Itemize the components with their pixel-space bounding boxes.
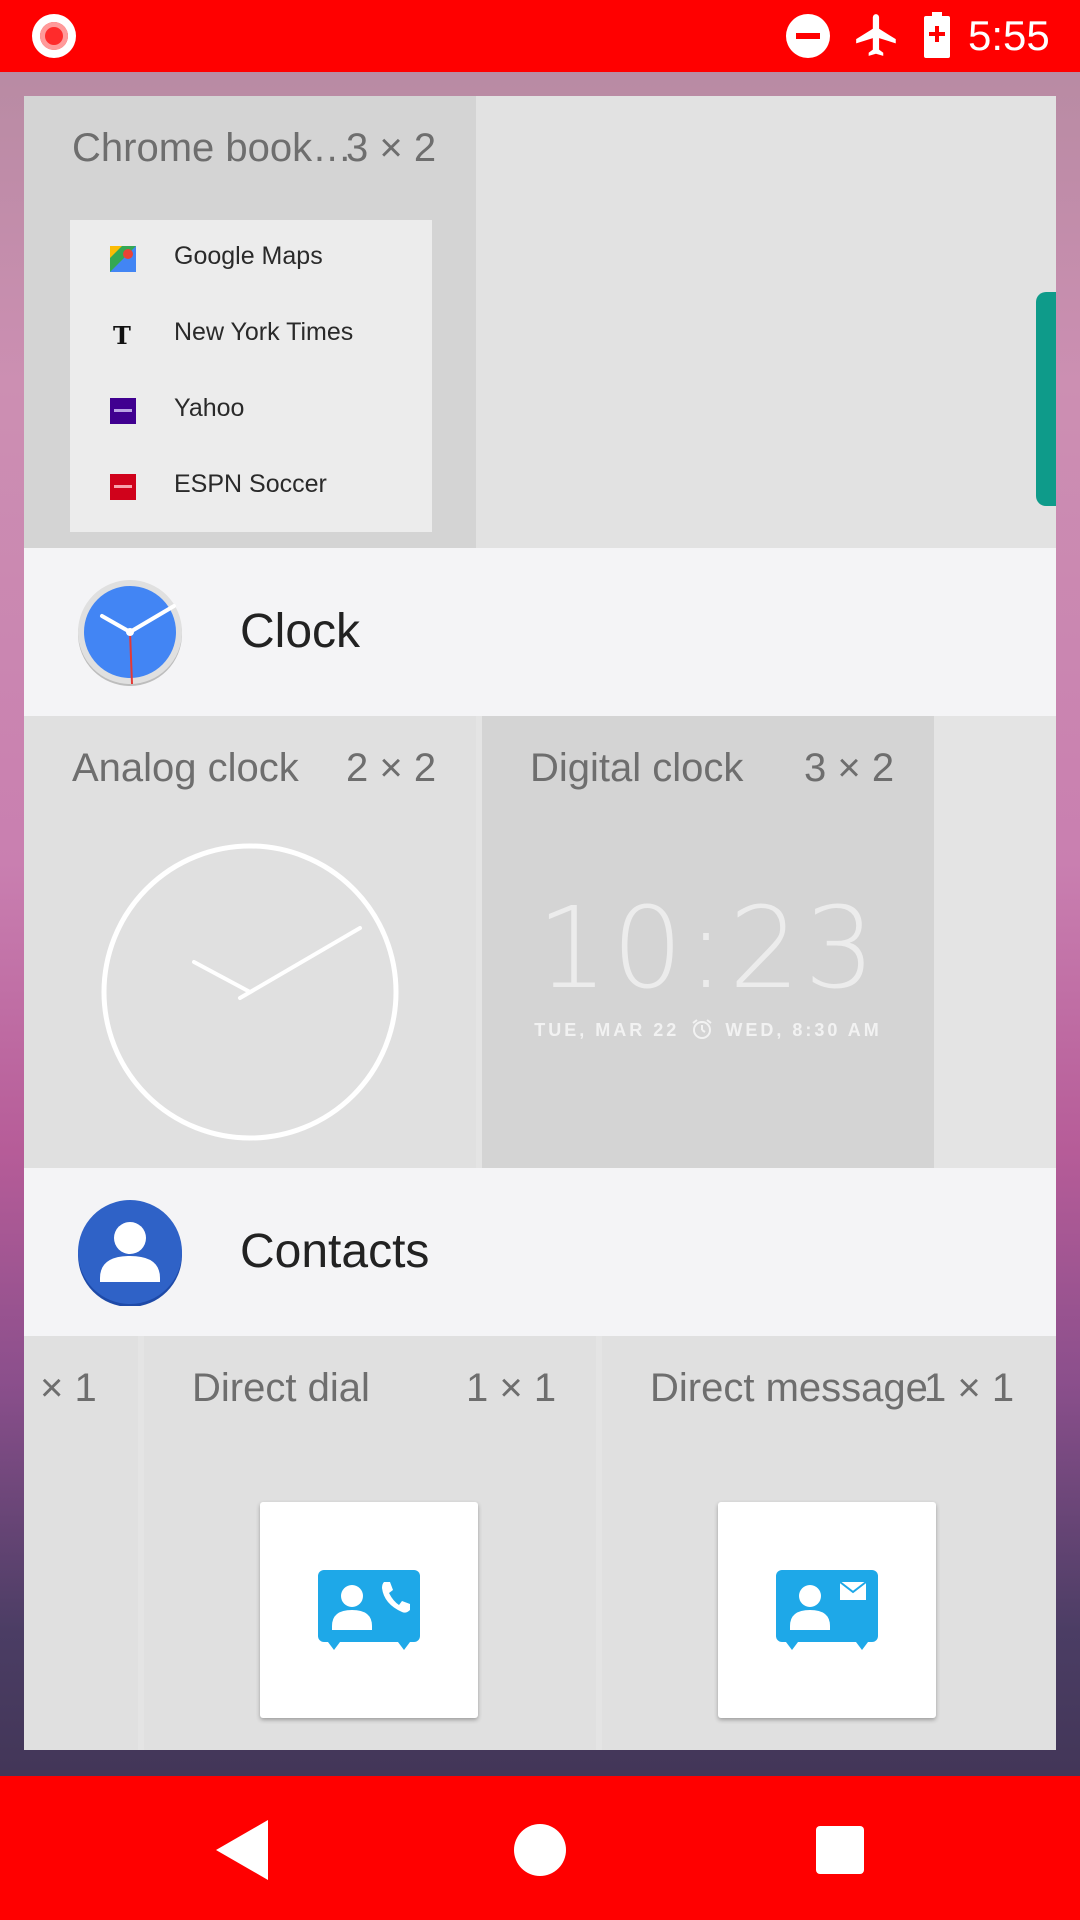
bookmark-label: Yahoo (174, 394, 245, 422)
direct-dial-icon (318, 1570, 420, 1650)
widget-picker-panel[interactable]: Chrome book… 3 × 2 Google Maps T New Yor… (24, 96, 1056, 1750)
widget-size: 2 × 2 (346, 746, 437, 790)
digital-clock-time: 10:23 (536, 884, 880, 1014)
widget-title: Chrome book… (72, 126, 353, 170)
digital-clock-date: TUE, MAR 22 WED, 8:30 AM (482, 1018, 934, 1041)
bookmark-label: Google Maps (174, 242, 323, 270)
status-time: 5:55 (968, 12, 1050, 59)
widget-size: 1 × 1 (466, 1366, 557, 1410)
date-text: TUE, MAR 22 (534, 1020, 680, 1040)
direct-message-preview (718, 1502, 936, 1718)
recents-icon[interactable] (816, 1826, 864, 1874)
analog-clock-widget[interactable]: Analog clock 2 × 2 (24, 716, 476, 1168)
clock-widget-row: Analog clock 2 × 2 Digital clock 3 × 2 1… (24, 716, 1056, 1168)
widget-title: Analog clock (72, 746, 299, 790)
do-not-disturb-icon (786, 14, 830, 58)
widget-size: 3 × 2 (804, 746, 895, 790)
direct-message-icon (776, 1570, 878, 1650)
bookmark-item: ESPN Soccer (70, 448, 432, 524)
contacts-app-icon (78, 1200, 182, 1306)
navigation-bar (0, 1776, 1080, 1920)
scroll-edge-indicator (1036, 292, 1056, 506)
bookmark-label: ESPN Soccer (174, 470, 327, 498)
widget-size: 1 × 1 (924, 1366, 1015, 1410)
espn-icon (110, 474, 136, 500)
bookmark-item: Yahoo (70, 372, 432, 448)
digital-clock-widget[interactable]: Digital clock 3 × 2 10:23 TUE, MAR 22 WE… (482, 716, 934, 1168)
widget-title: Direct dial (192, 1366, 370, 1410)
alarm-icon (692, 1019, 712, 1039)
analog-clock-preview (101, 843, 399, 1141)
direct-message-widget[interactable]: Direct message 1 × 1 (602, 1336, 1056, 1750)
direct-dial-widget[interactable]: Direct dial 1 × 1 (144, 1336, 596, 1750)
section-app-name: Contacts (240, 1225, 430, 1278)
status-bar: 5:55 (0, 0, 1080, 72)
bookmark-label: New York Times (174, 318, 354, 346)
home-icon[interactable] (514, 1824, 566, 1876)
nyt-icon: T (113, 322, 131, 348)
widget-size: × 1 (40, 1366, 97, 1410)
screen-record-icon (32, 14, 76, 58)
bookmark-item: T New York Times (70, 296, 432, 372)
bookmark-preview-list: Google Maps T New York Times Yahoo ESPN … (70, 220, 432, 532)
battery-charging-icon (924, 12, 950, 58)
google-maps-icon (110, 246, 136, 272)
svg-text:T: T (113, 322, 131, 348)
chrome-bookmarks-widget[interactable]: Chrome book… 3 × 2 Google Maps T New Yor… (24, 96, 476, 548)
direct-dial-preview (260, 1502, 478, 1718)
widget-size: 3 × 2 (346, 126, 437, 170)
clock-section-header: Clock (24, 548, 1056, 716)
alarm-text: WED, 8:30 AM (725, 1020, 882, 1040)
widget-title: Direct message (650, 1366, 928, 1410)
back-icon[interactable] (214, 1820, 270, 1880)
contacts-widget-partial[interactable]: × 1 (24, 1336, 138, 1750)
contacts-widget-row: × 1 Direct dial 1 × 1 Direct message 1 ×… (24, 1336, 1056, 1750)
chrome-widget-row: Chrome book… 3 × 2 Google Maps T New Yor… (24, 96, 1056, 548)
bookmark-item: Google Maps (70, 220, 432, 296)
widget-title: Digital clock (530, 746, 744, 790)
airplane-mode-icon (856, 14, 896, 56)
clock-app-icon (78, 580, 182, 686)
contacts-section-header: Contacts (24, 1168, 1056, 1336)
yahoo-icon (110, 398, 136, 424)
section-app-name: Clock (240, 605, 361, 658)
